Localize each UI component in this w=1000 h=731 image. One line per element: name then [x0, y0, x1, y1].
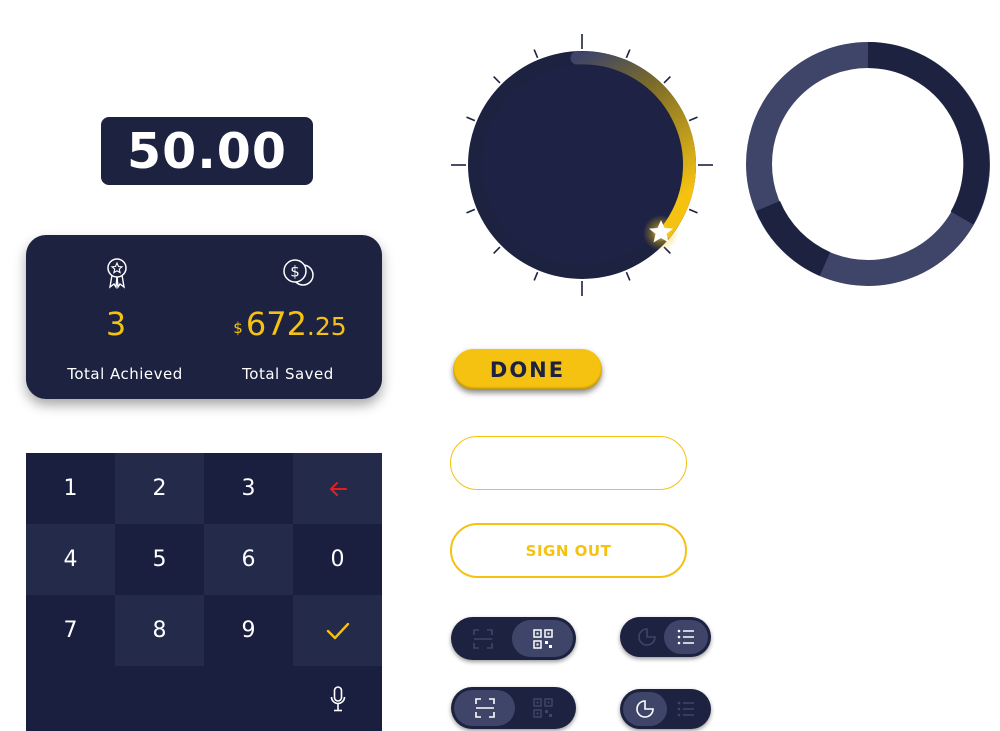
- dial-tick: [533, 271, 539, 281]
- dial-tick: [625, 271, 631, 281]
- dial-tick: [533, 49, 539, 59]
- done-button[interactable]: DONE: [453, 349, 602, 390]
- pie-chart-icon[interactable]: [623, 689, 667, 729]
- dial-tick: [493, 246, 501, 254]
- saved-decimal: .25: [306, 312, 347, 341]
- dial-tick: [493, 76, 501, 84]
- dial-tick: [466, 116, 476, 122]
- total-achieved-stat: 3 Total Achieved: [26, 235, 204, 399]
- progress-ring: [740, 36, 996, 292]
- key-2[interactable]: 2: [115, 453, 204, 524]
- chart-list-toggle-2[interactable]: [620, 689, 711, 729]
- key-6[interactable]: 6: [204, 524, 293, 595]
- total-saved-stat: $ $672.25 Total Saved: [204, 235, 382, 399]
- dial-tick: [466, 208, 476, 214]
- key-0[interactable]: 0: [293, 524, 382, 595]
- saved-currency: $: [233, 319, 243, 337]
- scan-qr-toggle-2[interactable]: [451, 687, 576, 729]
- key-8[interactable]: 8: [115, 595, 204, 666]
- key-4[interactable]: 4: [26, 524, 115, 595]
- saved-value: $672.25: [201, 305, 379, 343]
- saved-label: Total Saved: [242, 365, 334, 383]
- chart-list-toggle[interactable]: [620, 617, 711, 657]
- coins-icon: $: [283, 259, 314, 286]
- dial-tick: [688, 116, 698, 122]
- microphone-key[interactable]: [293, 666, 382, 731]
- key-5[interactable]: 5: [115, 524, 204, 595]
- scan-qr-toggle[interactable]: [451, 617, 576, 660]
- achieved-label: Total Achieved: [67, 365, 183, 383]
- microphone-icon: [330, 685, 345, 711]
- stats-card: 3 Total Achieved $ $672.25 Total Saved: [26, 235, 382, 399]
- dial-tick: [625, 49, 631, 59]
- key-3[interactable]: 3: [204, 453, 293, 524]
- svg-text:$: $: [290, 263, 300, 281]
- scan-icon[interactable]: [454, 687, 515, 729]
- confirm-key[interactable]: [293, 595, 382, 666]
- amount-display: 50.00: [101, 117, 313, 185]
- dial-graphic: [451, 34, 713, 296]
- numeric-keypad: 1 2 3 4 5 6 0 7 8 9: [26, 453, 382, 731]
- list-icon[interactable]: [664, 689, 708, 729]
- saved-whole: 672: [245, 305, 307, 343]
- dial-tick: [688, 208, 698, 214]
- ring-graphic: [746, 42, 990, 286]
- qr-code-icon[interactable]: [512, 617, 573, 660]
- arrow-left-icon: [329, 481, 347, 496]
- dial-tick: [663, 76, 671, 84]
- achieved-value: 3: [105, 305, 127, 343]
- list-icon[interactable]: [664, 617, 708, 657]
- progress-dial[interactable]: [450, 33, 714, 297]
- award-ribbon-icon: [107, 258, 127, 289]
- amount-value: 50.00: [127, 122, 287, 180]
- backspace-key[interactable]: [293, 453, 382, 524]
- key-1[interactable]: 1: [26, 453, 115, 524]
- qr-code-icon[interactable]: [512, 687, 573, 729]
- scan-icon[interactable]: [451, 617, 515, 660]
- key-7[interactable]: 7: [26, 595, 115, 666]
- empty-input-field[interactable]: [450, 436, 687, 490]
- key-9[interactable]: 9: [204, 595, 293, 666]
- sign-out-button[interactable]: SIGN OUT: [450, 523, 687, 578]
- checkmark-icon: [326, 622, 349, 639]
